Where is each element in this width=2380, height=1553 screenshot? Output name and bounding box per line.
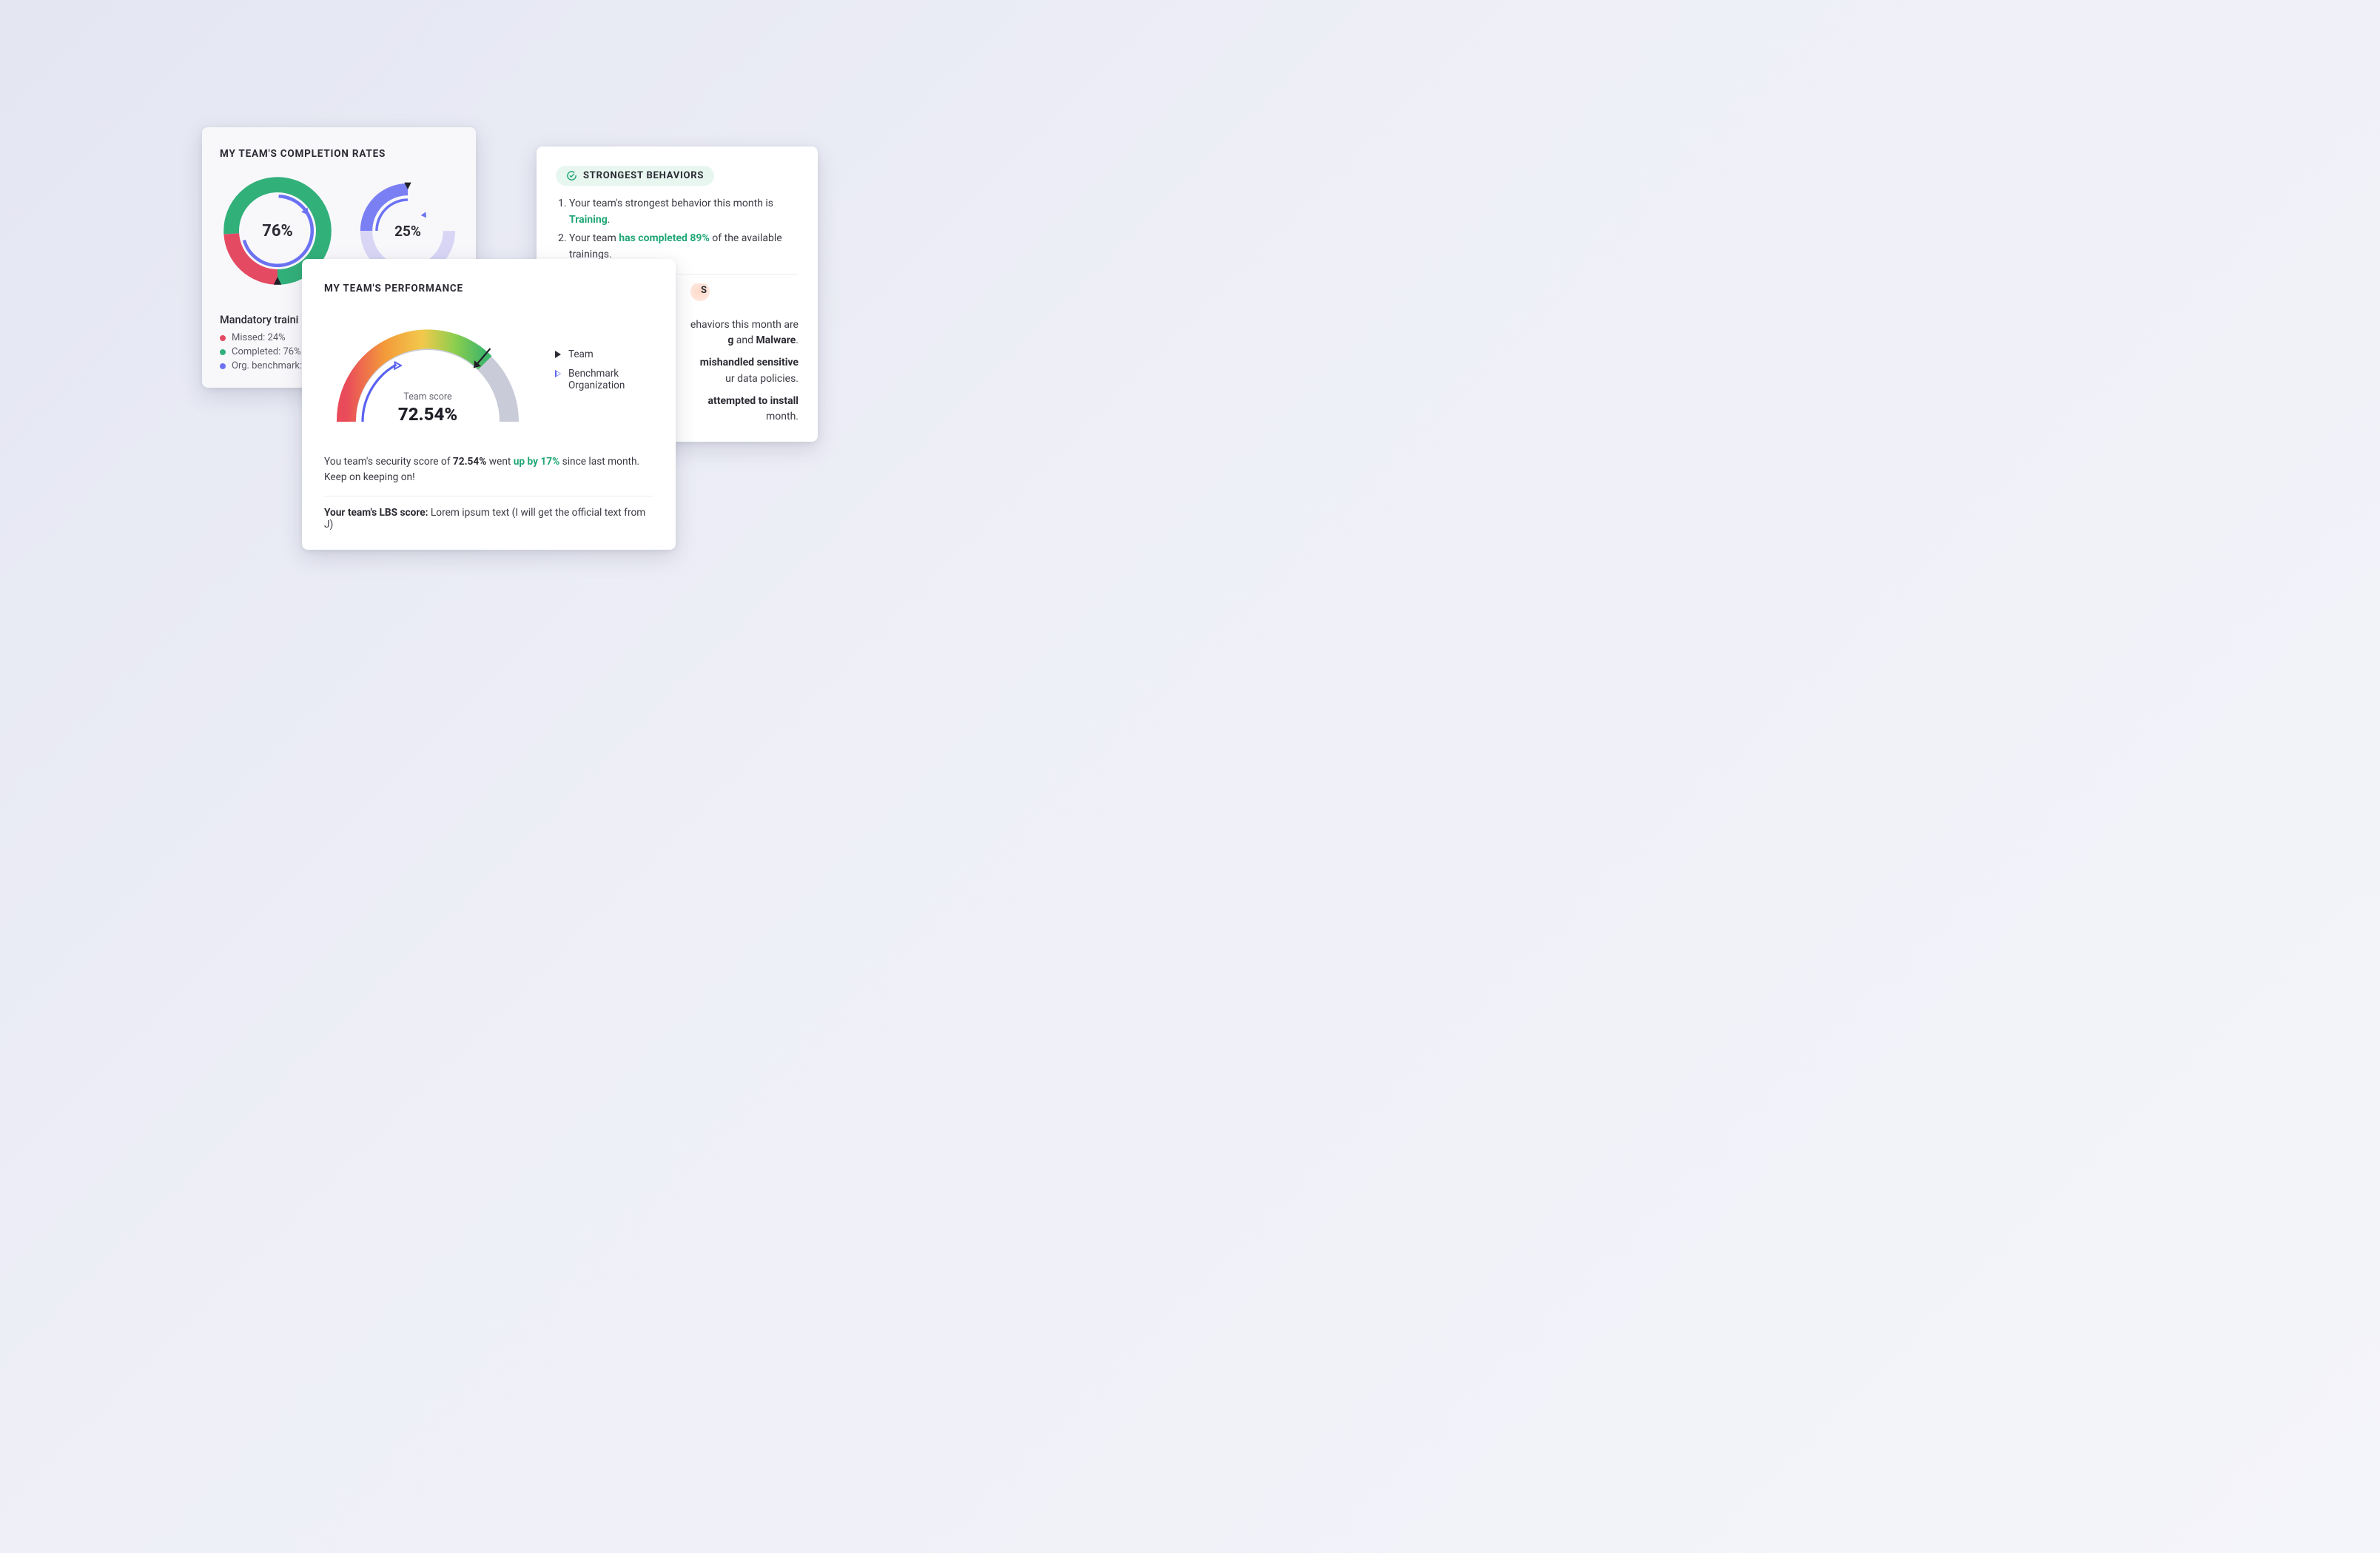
legend-text: Org. benchmark:	[232, 360, 302, 371]
dot-icon	[220, 335, 226, 341]
highlight: Training	[569, 214, 608, 226]
performance-legend: Team Benchmark Organization	[555, 348, 653, 391]
check-circle-icon	[566, 170, 577, 181]
dot-icon	[220, 363, 226, 369]
performance-card: MY TEAM'S PERFORMANCE	[302, 259, 676, 550]
legend-team: Team	[555, 348, 653, 360]
legend-text: Missed: 24%	[232, 332, 286, 343]
legend-team-label: Team	[568, 348, 594, 360]
strongest-behaviors-list: Your team's strongest behavior this mont…	[556, 196, 799, 263]
legend-benchmark-label: Benchmark Organization	[568, 368, 653, 391]
lbs-row: Your team's LBS score: Lorem ipsum text …	[324, 507, 653, 530]
performance-title: MY TEAM'S PERFORMANCE	[324, 283, 653, 294]
triangle-icon	[555, 351, 561, 358]
gauge-value: 72.54%	[324, 404, 531, 425]
completion-rates-title: MY TEAM'S COMPLETION RATES	[220, 148, 458, 160]
strongest-behaviors-badge: STRONGEST BEHAVIORS	[556, 166, 714, 186]
behavior-item-1: Your team's strongest behavior this mont…	[569, 196, 799, 228]
triangle-outline-icon	[555, 370, 561, 377]
gauge-label: Team score	[324, 391, 531, 402]
legend-benchmark: Benchmark Organization	[555, 368, 653, 391]
badge-label: STRONGEST BEHAVIORS	[583, 170, 704, 181]
weakest-title-tail: S	[701, 285, 707, 296]
performance-summary: You team's security score of 72.54% went…	[324, 454, 653, 485]
dot-icon	[220, 349, 226, 355]
legend-text: Completed: 76%	[232, 346, 301, 357]
lbs-label: Your team's LBS score:	[324, 507, 428, 519]
highlight: has completed 89%	[619, 232, 710, 244]
gauge-chart: Team score 72.54%	[324, 311, 531, 429]
